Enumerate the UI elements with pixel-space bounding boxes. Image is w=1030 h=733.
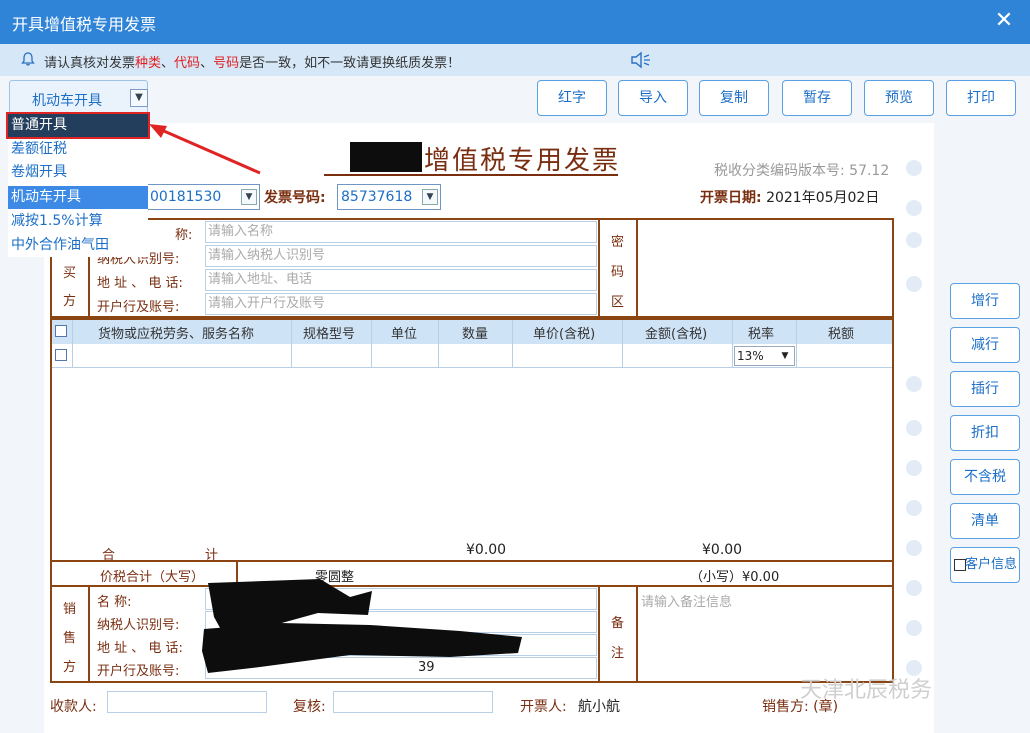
issue-mode-select[interactable]: 机动车开具 ▼ [9,80,148,114]
seller-taxid-label: 纳税人识别号: [97,618,180,633]
select-all-checkbox[interactable] [55,325,67,337]
dropdown-option-reduced[interactable]: 减按1.5%计算 [8,210,148,233]
remark-label-2: 注 [611,646,625,661]
invoice-number-label: 发票号码: [264,190,326,206]
notice-bar: 请认真核对发票种类、代码、号码是否一致，如不一致请更换纸质发票！ [0,44,1030,76]
cipher-label-3: 区 [611,295,625,310]
discount-button[interactable]: 折扣 [950,415,1020,451]
buyer-bank-input[interactable]: 请输入开户行及账号 [205,293,597,315]
redacted-region [202,579,522,673]
dropdown-option-vehicle[interactable]: 机动车开具 [8,186,148,209]
exclude-tax-button[interactable]: 不含税 [950,459,1020,495]
seller-side-label-3: 方 [63,660,77,675]
invoice-code-value: 00181530 [150,189,222,205]
buyer-taxid-input[interactable]: 请输入纳税人识别号 [205,245,597,267]
red-invoice-button[interactable]: 红字 [537,80,607,116]
title-underline [324,174,618,176]
customer-info-label: 客户信息 [965,557,1018,572]
dropdown-option-oilgas[interactable]: 中外合作油气田 [8,234,148,257]
seller-bank-label: 开户行及账号: [97,664,180,679]
col-name: 货物或应税劳务、服务名称 [98,327,255,342]
watermark: 天津北辰税务 [800,678,933,703]
invoice-number-select[interactable]: 85737618 ▼ [337,184,441,210]
seller-side-label-1: 销 [63,602,77,617]
buyer-name-label: 称: [175,228,193,243]
window-title: 开具增值税专用发票 [12,15,157,34]
save-draft-button[interactable]: 暂存 [782,80,852,116]
buyer-name-input[interactable]: 请输入名称 [205,221,597,243]
delete-row-button[interactable]: 减行 [950,327,1020,363]
invoice-code-select[interactable]: 00181530 ▼ [146,184,260,210]
issue-mode-dropdown: 普通开具 差额征税 卷烟开具 机动车开具 减按1.5%计算 中外合作油气田 [6,112,150,257]
list-button[interactable]: 清单 [950,503,1020,539]
col-tax: 税额 [828,327,855,342]
grand-total-label: 价税合计（大写） [100,570,205,585]
review-label: 复核: [293,699,326,715]
redacted-region [350,142,422,172]
issue-mode-value: 机动车开具 [32,93,102,109]
chevron-down-icon[interactable]: ▼ [778,349,792,363]
cipher-label-2: 码 [611,265,625,280]
preview-button[interactable]: 预览 [864,80,934,116]
notice-text: 请认真核对发票种类、代码、号码是否一致，如不一致请更换纸质发票！ [44,56,461,71]
seller-address-label: 地 址 、 电 话: [97,641,183,656]
invoice-number-value: 85737618 [341,189,413,205]
col-unit: 单位 [391,327,418,342]
drawer-value: 航小航 [578,699,620,715]
version-label: 税收分类编码版本号: 57.12 [714,163,890,179]
remark-input[interactable]: 请输入备注信息 [641,591,732,610]
dropdown-option-tobacco[interactable]: 卷烟开具 [8,161,148,184]
insert-row-button[interactable]: 插行 [950,371,1020,407]
buyer-side-label-2: 方 [63,294,77,309]
title-bar: 开具增值税专用发票 ✕ [0,0,1030,44]
remark-label-1: 备 [611,616,625,631]
total-amount: ¥0.00 [466,542,507,558]
drawer-label: 开票人: [520,699,567,715]
seller-name-label: 名 称: [97,595,132,610]
payee-label: 收款人: [50,699,97,715]
annotation-arrow [149,124,261,175]
buyer-side-label-1: 买 [63,266,77,281]
chevron-down-icon[interactable]: ▼ [130,89,148,107]
close-icon[interactable]: ✕ [992,8,1016,34]
buyer-address-input[interactable]: 请输入地址、电话 [205,269,597,291]
buyer-address-label: 地 址 、 电 话: [97,276,183,291]
tax-rate-select[interactable]: 13% ▼ [734,346,795,366]
col-spec: 规格型号 [303,327,356,342]
col-qty: 数量 [462,327,489,342]
invoice-title: 增值税专用发票 [424,146,621,176]
total-tax: ¥0.00 [702,542,743,558]
chevron-down-icon[interactable]: ▼ [241,189,257,205]
review-input[interactable] [333,691,493,713]
dropdown-option-normal[interactable]: 普通开具 [6,112,150,139]
cipher-label-1: 密 [611,235,625,250]
grand-total-lower: （小写）¥0.00 [690,570,780,585]
speaker-icon[interactable] [630,51,652,69]
buyer-bank-label: 开户行及账号: [97,300,180,315]
dropdown-option-difference[interactable]: 差额征税 [8,138,148,161]
seller-side-label-2: 售 [63,631,77,646]
col-amount: 金额(含税) [645,327,708,342]
add-row-button[interactable]: 增行 [950,283,1020,319]
row-checkbox[interactable] [55,349,67,361]
col-rate: 税率 [748,327,775,342]
import-button[interactable]: 导入 [618,80,688,116]
col-price: 单价(含税) [533,327,596,342]
customer-info-button[interactable]: 客户信息 [950,547,1020,583]
tax-rate-value: 13% [737,349,764,363]
customer-info-checkbox[interactable] [954,559,966,571]
invoice-date: 开票日期: 2021年05月02日 [700,190,880,206]
chevron-down-icon[interactable]: ▼ [422,189,438,205]
copy-button[interactable]: 复制 [699,80,769,116]
print-button[interactable]: 打印 [946,80,1016,116]
payee-input[interactable] [107,691,267,713]
bell-icon [21,52,35,66]
